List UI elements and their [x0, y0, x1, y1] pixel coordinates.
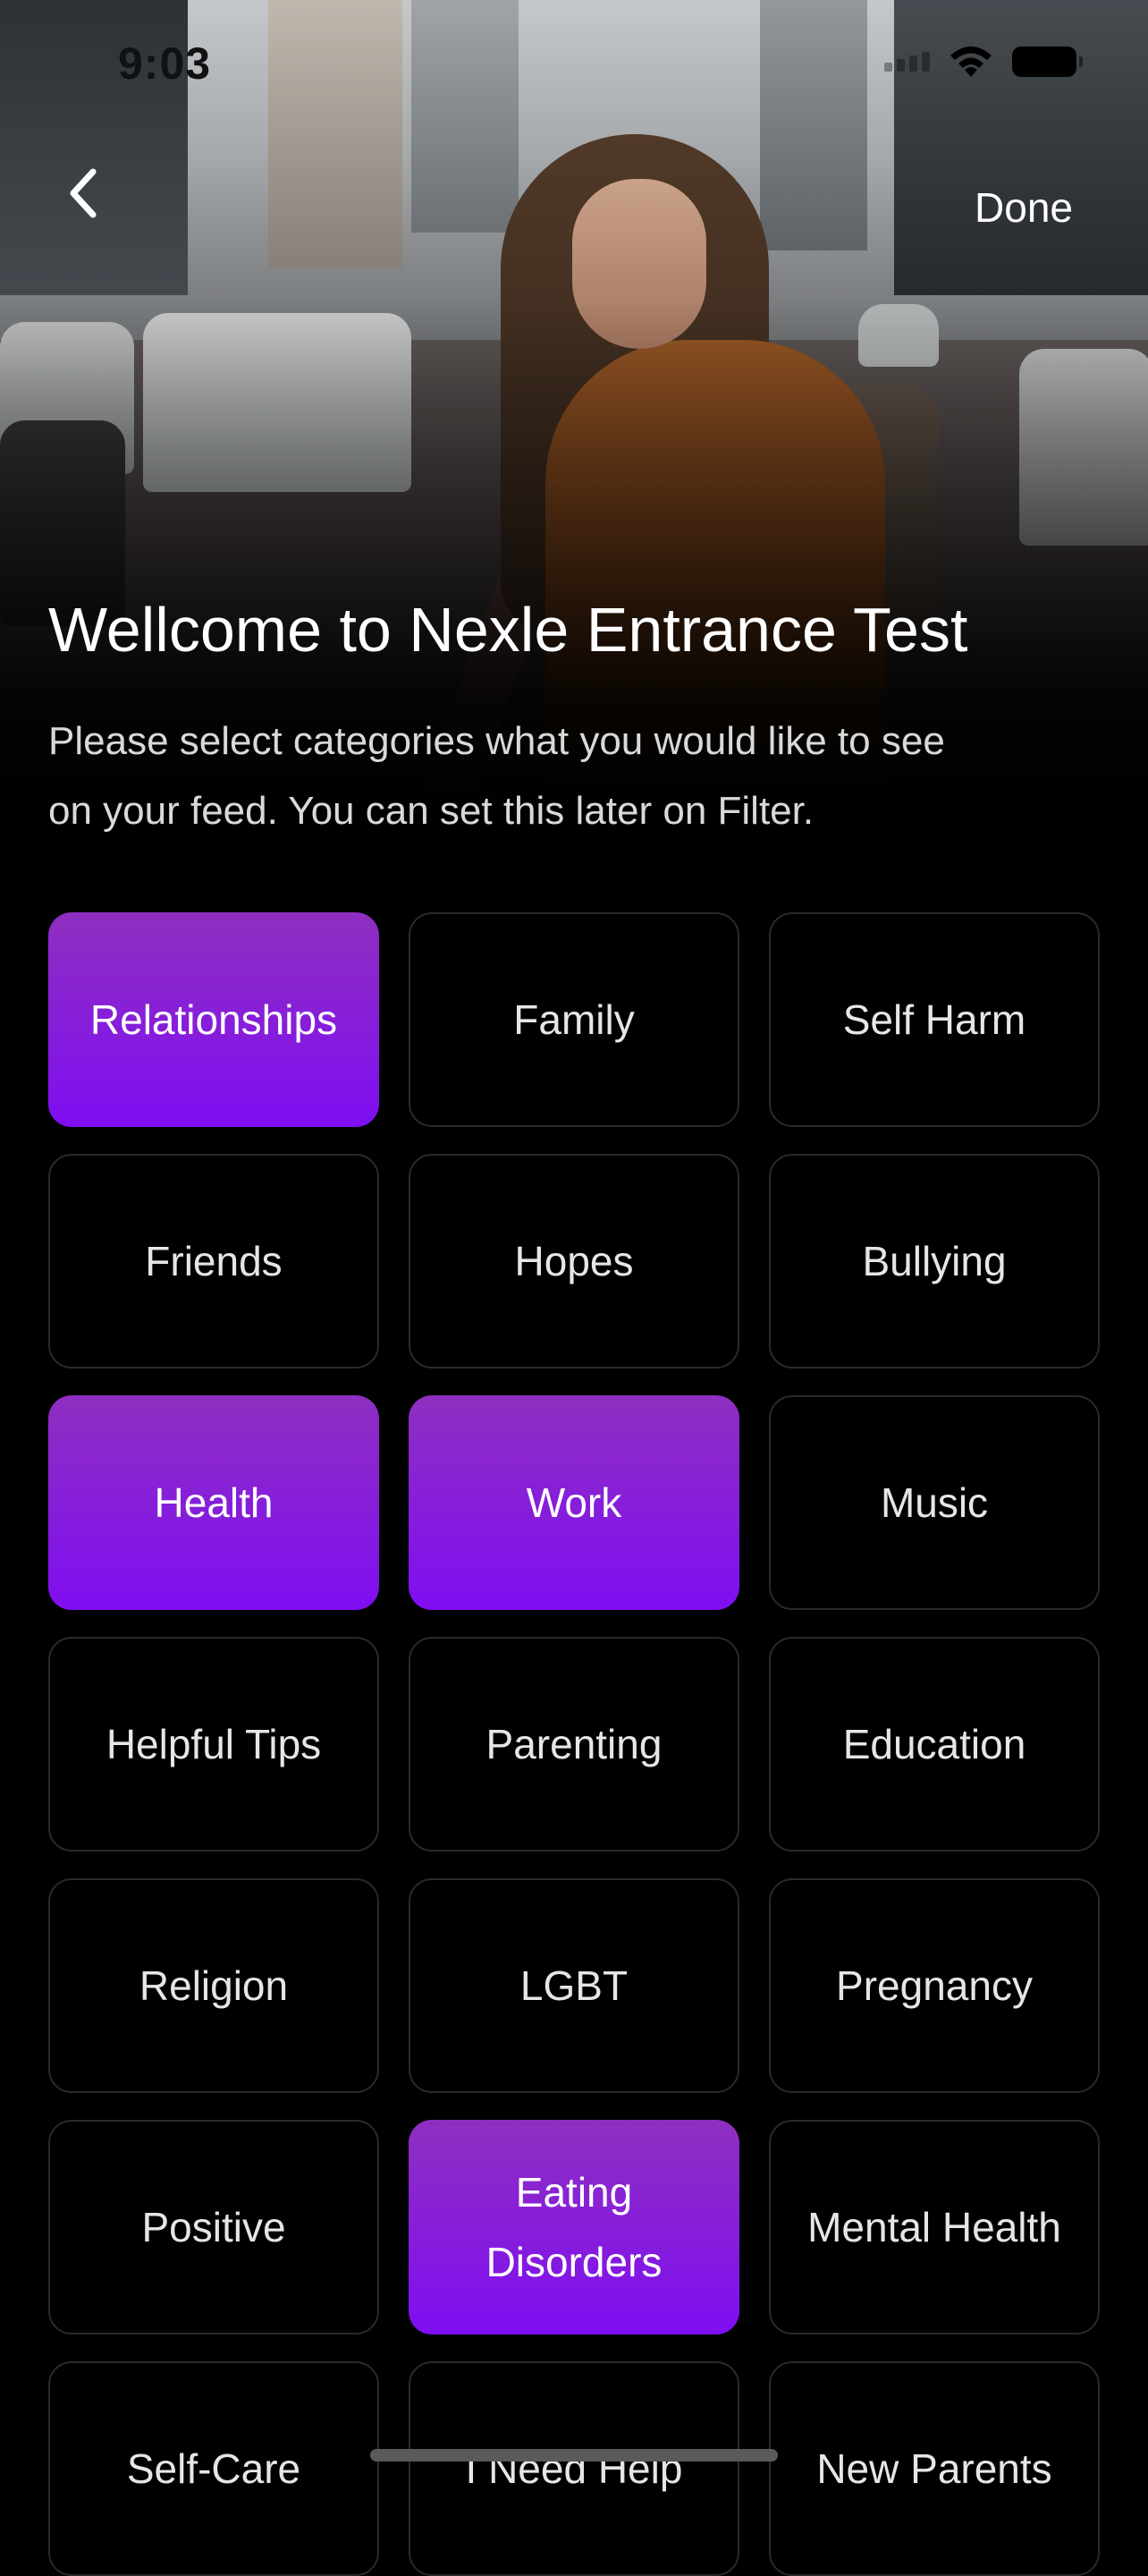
category-tile[interactable]: Eating Disorders — [409, 2120, 739, 2334]
done-button[interactable]: Done — [975, 183, 1073, 232]
category-tile[interactable]: Education — [769, 1637, 1100, 1852]
category-tile[interactable]: Family — [409, 912, 739, 1127]
wifi-icon — [950, 47, 992, 77]
category-label: Hopes — [514, 1238, 634, 1284]
category-tile[interactable]: Hopes — [409, 1154, 739, 1368]
category-label: Bullying — [862, 1238, 1007, 1284]
category-label: Self Harm — [842, 996, 1026, 1043]
category-label: Helpful Tips — [106, 1721, 322, 1767]
category-label: LGBT — [519, 1962, 629, 2009]
category-tile[interactable]: Pregnancy — [769, 1878, 1100, 2093]
cellular-signal-icon — [884, 52, 930, 72]
page-title: Wellcome to Nexle Entrance Test — [48, 595, 968, 665]
category-tile[interactable]: Religion — [48, 1878, 379, 2093]
category-tile[interactable]: Self Harm — [769, 912, 1100, 1127]
category-tile[interactable]: Health — [48, 1395, 379, 1610]
category-tile[interactable]: Parenting — [409, 1637, 739, 1852]
category-label: Self-Care — [126, 2445, 301, 2492]
status-icons — [884, 45, 1083, 79]
category-label: Parenting — [485, 1721, 663, 1767]
category-label: Music — [880, 1479, 989, 1526]
battery-icon — [1012, 47, 1083, 77]
category-tile[interactable]: Relationships — [48, 912, 379, 1127]
category-label: Mental Health — [807, 2204, 1061, 2250]
category-tile[interactable]: Work — [409, 1395, 739, 1610]
category-label: Education — [842, 1721, 1026, 1767]
category-label: New Parents — [816, 2445, 1052, 2492]
category-tile[interactable]: I Need Help — [409, 2361, 739, 2576]
category-tile[interactable]: LGBT — [409, 1878, 739, 2093]
status-time: 9:03 — [118, 38, 212, 89]
category-label: Religion — [139, 1962, 289, 2009]
category-tile[interactable]: Self-Care — [48, 2361, 379, 2576]
category-tile[interactable]: Positive — [48, 2120, 379, 2334]
category-label: Health — [154, 1479, 274, 1526]
category-label: Eating Disorders — [485, 2169, 663, 2285]
chevron-left-icon — [70, 168, 97, 218]
category-tile[interactable]: New Parents — [769, 2361, 1100, 2576]
home-indicator — [370, 2449, 778, 2462]
category-label: Work — [526, 1479, 622, 1526]
category-tile[interactable]: Bullying — [769, 1154, 1100, 1368]
category-label: Positive — [141, 2204, 286, 2250]
back-button[interactable] — [55, 159, 109, 227]
category-label: Family — [513, 996, 635, 1043]
category-tile[interactable]: Helpful Tips — [48, 1637, 379, 1852]
page-subtitle: Please select categories what you would … — [48, 719, 945, 833]
category-tile[interactable]: Mental Health — [769, 2120, 1100, 2334]
category-label: Pregnancy — [836, 1962, 1033, 2009]
category-grid: Relationships Family Self Harm Friends H… — [48, 912, 1100, 2576]
category-label: Friends — [145, 1238, 283, 1284]
category-tile[interactable]: Friends — [48, 1154, 379, 1368]
category-label: I Need Help — [465, 2445, 683, 2492]
category-label: Relationships — [89, 996, 338, 1043]
category-tile[interactable]: Music — [769, 1395, 1100, 1610]
